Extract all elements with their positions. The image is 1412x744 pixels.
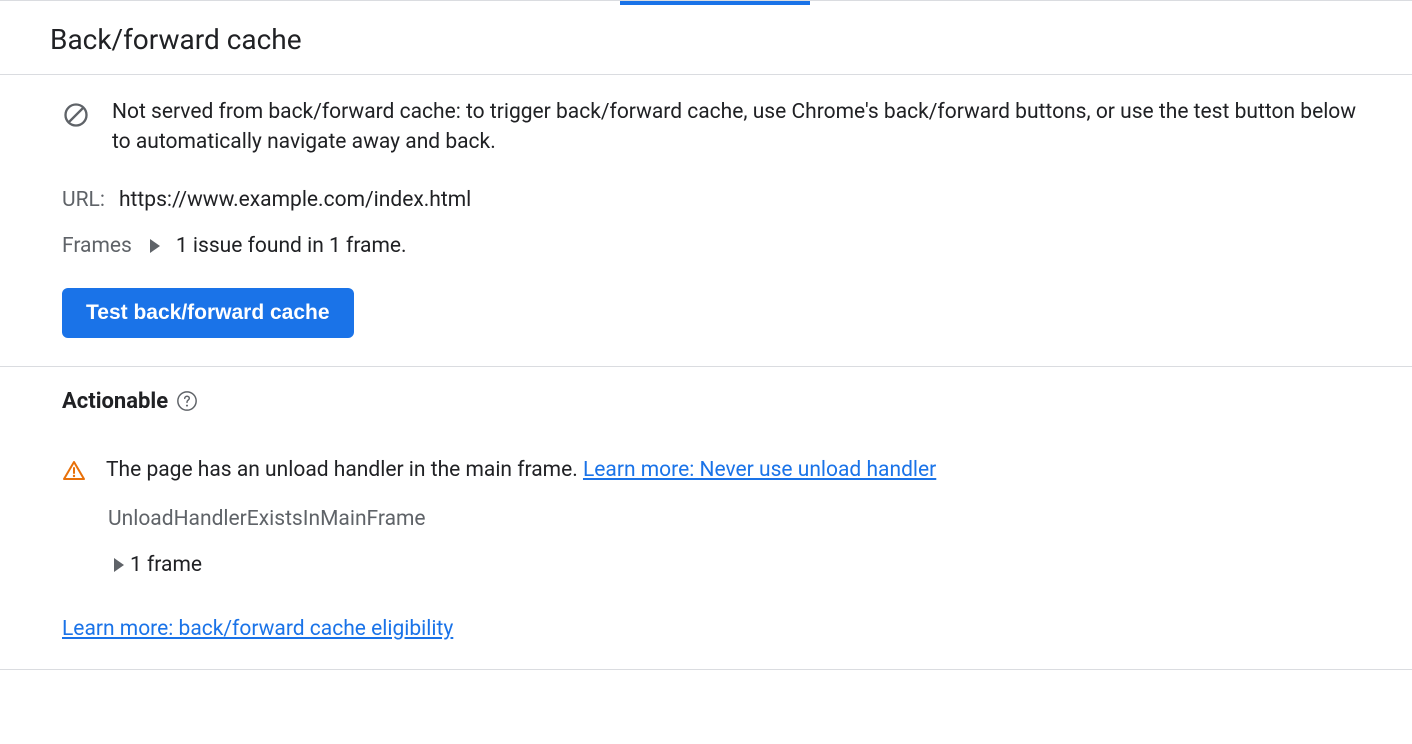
status-message: Not served from back/forward cache: to t… — [112, 97, 1362, 158]
issue-reason-code: UnloadHandlerExistsInMainFrame — [108, 507, 1362, 531]
url-label: URL: — [62, 188, 105, 212]
actionable-title: Actionable — [62, 389, 168, 414]
expand-arrow-icon — [114, 558, 124, 572]
frames-summary: 1 issue found in 1 frame. — [176, 234, 407, 258]
actionable-section: Actionable The page has an unload handle… — [0, 367, 1412, 669]
url-value: https://www.example.com/index.html — [119, 188, 471, 212]
frames-label: Frames — [62, 234, 132, 258]
expand-arrow-icon — [150, 239, 160, 253]
help-icon[interactable] — [176, 390, 198, 412]
issue-frame-count: 1 frame — [130, 553, 202, 577]
issue-learn-more-link[interactable]: Learn more: Never use unload handler — [583, 458, 936, 482]
eligibility-link-row: Learn more: back/forward cache eligibili… — [62, 617, 1362, 641]
frames-row[interactable]: Frames 1 issue found in 1 frame. — [62, 234, 1362, 258]
active-tab-indicator — [0, 1, 1412, 5]
issue-description: The page has an unload handler in the ma… — [106, 458, 583, 482]
panel-header: Back/forward cache — [0, 5, 1412, 75]
bfcache-status-section: Not served from back/forward cache: to t… — [0, 75, 1412, 367]
test-bfcache-button[interactable]: Test back/forward cache — [62, 288, 354, 338]
actionable-heading: Actionable — [62, 389, 1362, 414]
status-info-row: Not served from back/forward cache: to t… — [62, 97, 1362, 158]
warning-icon — [62, 459, 86, 483]
issue-row: The page has an unload handler in the ma… — [62, 458, 1362, 483]
block-icon — [62, 101, 90, 129]
issue-text: The page has an unload handler in the ma… — [106, 458, 936, 482]
url-row: URL: https://www.example.com/index.html — [62, 188, 1362, 212]
issue-frame-row[interactable]: 1 frame — [110, 553, 1362, 577]
bfcache-eligibility-link[interactable]: Learn more: back/forward cache eligibili… — [62, 617, 453, 641]
page-title: Back/forward cache — [50, 23, 1362, 56]
